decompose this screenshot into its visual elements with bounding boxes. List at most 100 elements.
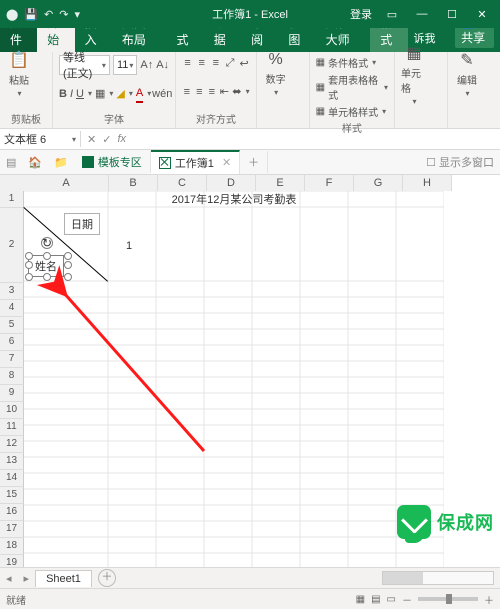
home-icon[interactable]: 🏠	[22, 156, 48, 169]
decrease-font-icon[interactable]: A↓	[156, 57, 169, 73]
row-header-4[interactable]: 4	[0, 300, 24, 317]
sheet-nav-next-icon[interactable]: ▸	[18, 572, 36, 585]
save-icon[interactable]: 💾	[24, 8, 38, 21]
close-tab-icon[interactable]: ✕	[222, 156, 231, 169]
resize-handle[interactable]	[64, 252, 72, 260]
cell-style-button[interactable]: ▦单元格样式▾	[316, 103, 388, 120]
resize-handle[interactable]	[64, 273, 72, 281]
col-header-H[interactable]: H	[403, 175, 452, 192]
row-header-8[interactable]: 8	[0, 368, 24, 385]
rotate-handle-icon[interactable]: ↻	[41, 237, 53, 249]
col-header-D[interactable]: D	[207, 175, 256, 192]
border-button[interactable]: ▦	[95, 86, 105, 102]
textbox-date[interactable]: 日期	[64, 213, 100, 235]
col-header-F[interactable]: F	[305, 175, 354, 192]
phonetic-button[interactable]: wén	[154, 86, 170, 102]
nav-menu-icon[interactable]: ▤	[0, 156, 22, 169]
wrap-icon[interactable]: ↩	[239, 55, 250, 71]
sheet-tab[interactable]: Sheet1	[35, 570, 92, 587]
align-right-icon[interactable]: ≡	[207, 84, 217, 100]
row-header-13[interactable]: 13	[0, 453, 24, 470]
paste-button[interactable]: 📋粘贴▾	[6, 54, 32, 94]
ribbon-options-icon[interactable]: ▭	[382, 8, 402, 21]
spreadsheet[interactable]: ABCDEFGH 1234567891011121314151617181920…	[0, 175, 500, 567]
folder-icon[interactable]: 📁	[48, 156, 74, 169]
multiwindow-toggle[interactable]: 显示多窗口	[439, 157, 494, 169]
align-left-icon[interactable]: ≡	[182, 84, 192, 100]
row-header-10[interactable]: 10	[0, 402, 24, 419]
zoom-slider[interactable]	[418, 597, 478, 601]
login-button[interactable]: 登录	[350, 6, 372, 22]
bold-button[interactable]: B	[59, 86, 67, 102]
font-color-button[interactable]: A	[136, 85, 143, 103]
row-header-19[interactable]: 19	[0, 555, 24, 567]
row-header-14[interactable]: 14	[0, 470, 24, 487]
align-top-icon[interactable]: ≡	[182, 55, 193, 71]
view-page-icon[interactable]: ▤	[371, 594, 380, 605]
maximize-button[interactable]: ☐	[442, 8, 462, 21]
row-header-15[interactable]: 15	[0, 487, 24, 504]
resize-handle[interactable]	[25, 261, 33, 269]
resize-handle[interactable]	[25, 273, 33, 281]
h-scrollbar[interactable]	[382, 571, 494, 585]
underline-button[interactable]: U	[76, 86, 84, 102]
row-header-2[interactable]: 2	[0, 208, 24, 283]
cells-area[interactable]: 2017年12月某公司考勤表 1 日期 姓名 ↻	[24, 191, 500, 567]
resize-handle[interactable]	[43, 252, 51, 260]
row-header-18[interactable]: 18	[0, 538, 24, 555]
view-break-icon[interactable]: ▭	[387, 594, 396, 605]
col-header-A[interactable]: A	[24, 175, 109, 192]
table-format-button[interactable]: ▦套用表格格式▾	[316, 71, 388, 103]
fill-color-button[interactable]: ◢	[116, 86, 124, 102]
font-name-select[interactable]: 等线 (正文)▾	[59, 55, 110, 75]
row-header-5[interactable]: 5	[0, 317, 24, 334]
qat-dropdown-icon[interactable]: ▾	[74, 8, 80, 21]
row-header-6[interactable]: 6	[0, 334, 24, 351]
col-header-G[interactable]: G	[354, 175, 403, 192]
align-mid-icon[interactable]: ≡	[196, 55, 207, 71]
zoom-out-button[interactable]: －	[402, 592, 412, 607]
increase-font-icon[interactable]: A↑	[140, 57, 153, 73]
new-tab-button[interactable]: ＋	[240, 151, 268, 173]
cells-button[interactable]: ▦单元格▾	[401, 54, 427, 94]
cell-b2[interactable]: 1	[126, 240, 132, 252]
resize-handle[interactable]	[64, 261, 72, 269]
indent-dec-icon[interactable]: ⇤	[220, 84, 230, 100]
row-header-16[interactable]: 16	[0, 504, 24, 521]
row-header-9[interactable]: 9	[0, 385, 24, 402]
orientation-icon[interactable]: ⤢	[224, 55, 235, 71]
column-headers[interactable]: ABCDEFGH	[24, 175, 500, 191]
row-header-1[interactable]: 1	[0, 191, 24, 208]
italic-button[interactable]: I	[70, 86, 73, 102]
tab-template[interactable]: 模板专区	[74, 151, 151, 173]
cancel-icon[interactable]: ✕	[87, 133, 96, 146]
resize-handle[interactable]	[25, 252, 33, 260]
row-header-17[interactable]: 17	[0, 521, 24, 538]
row-header-12[interactable]: 12	[0, 436, 24, 453]
row-headers[interactable]: 1234567891011121314151617181920212223	[0, 191, 24, 567]
cell-title[interactable]: 2017年12月某公司考勤表	[24, 191, 444, 207]
align-center-icon[interactable]: ≡	[195, 84, 205, 100]
name-box[interactable]: 文本框 6▾	[0, 131, 81, 147]
zoom-in-button[interactable]: ＋	[484, 592, 494, 607]
col-header-B[interactable]: B	[109, 175, 158, 192]
enter-icon[interactable]: ✓	[102, 133, 111, 146]
align-bot-icon[interactable]: ≡	[210, 55, 221, 71]
close-button[interactable]: ✕	[472, 8, 492, 21]
tab-workbook[interactable]: 工作簿1✕	[151, 150, 240, 174]
row-header-7[interactable]: 7	[0, 351, 24, 368]
col-header-E[interactable]: E	[256, 175, 305, 192]
add-sheet-button[interactable]: ＋	[98, 569, 116, 587]
sheet-nav-prev-icon[interactable]: ◂	[0, 572, 18, 585]
row-header-3[interactable]: 3	[0, 283, 24, 300]
redo-icon[interactable]: ↷	[59, 8, 68, 21]
resize-handle[interactable]	[43, 273, 51, 281]
col-header-C[interactable]: C	[158, 175, 207, 192]
font-size-select[interactable]: 11▾	[113, 55, 137, 75]
edit-button[interactable]: ✎编辑▾	[454, 54, 480, 94]
conditional-format-button[interactable]: ▦条件格式▾	[316, 54, 388, 71]
minimize-button[interactable]: ―	[412, 8, 432, 20]
view-normal-icon[interactable]: ▦	[356, 594, 365, 605]
row-header-11[interactable]: 11	[0, 419, 24, 436]
number-format-button[interactable]: %数字▾	[263, 54, 289, 94]
